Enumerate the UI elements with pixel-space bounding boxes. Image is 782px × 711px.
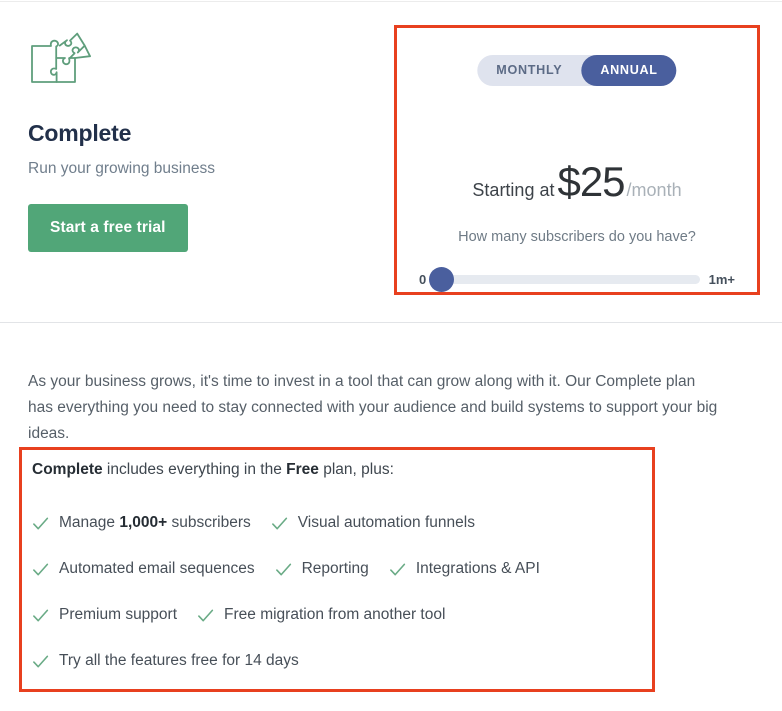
feature-label: Try all the features free for 14 days — [59, 652, 299, 669]
price-period-suffix: /month — [626, 180, 682, 200]
feature-label-strong: 1,000+ — [119, 514, 168, 531]
check-icon — [389, 563, 405, 575]
feature-item: Automated email sequences — [31, 559, 255, 579]
feature-label: Free migration from another tool — [224, 606, 446, 623]
feature-row: Premium support Free migration from anoth… — [31, 605, 640, 625]
feature-item: Try all the features free for 14 days — [31, 651, 299, 671]
feature-label-prefix: Manage — [59, 514, 120, 531]
check-icon — [271, 517, 287, 529]
slider-max-label: 1m+ — [708, 272, 735, 287]
toggle-option-annual[interactable]: ANNUAL — [581, 55, 677, 86]
features-heading-tail: plan, plus: — [318, 461, 394, 478]
features-list: Manage 1,000+ subscribers Visual automati… — [31, 513, 640, 671]
feature-item: Visual automation funnels — [270, 513, 475, 533]
feature-item: Premium support — [31, 605, 177, 625]
price-display: Starting at$25/month — [397, 158, 757, 206]
feature-item: Reporting — [274, 559, 369, 579]
section-divider — [0, 322, 782, 323]
subscriber-slider-track[interactable] — [429, 267, 700, 292]
plan-subtitle: Run your growing business — [28, 160, 215, 178]
feature-label: Visual automation funnels — [297, 514, 475, 531]
plan-description: As your business grows, it's time to inv… — [28, 372, 718, 442]
plan-info-column: Complete Run your growing business Start… — [28, 28, 358, 253]
feature-label-suffix: subscribers — [167, 514, 251, 531]
check-icon — [33, 563, 49, 575]
feature-row: Automated email sequences Reporting Integr… — [31, 559, 640, 579]
subscriber-slider-thumb[interactable] — [429, 267, 455, 292]
subscriber-slider-row[interactable]: 0 1m+ — [419, 267, 735, 292]
feature-label: Automated email sequences — [59, 560, 255, 577]
slider-min-label: 0 — [419, 272, 427, 287]
feature-item: Manage 1,000+ subscribers — [31, 513, 251, 533]
subscriber-slider-question: How many subscribers do you have? — [458, 229, 696, 245]
price-prefix-label: Starting at — [472, 180, 555, 200]
puzzle-icon — [28, 28, 358, 90]
billing-period-toggle[interactable]: MONTHLY ANNUAL — [477, 55, 677, 86]
features-heading-middle: includes everything in the — [102, 461, 287, 478]
feature-label: Manage 1,000+ subscribers — [59, 513, 251, 533]
feature-label: Premium support — [59, 606, 178, 623]
check-icon — [198, 609, 214, 621]
price-amount: $25 — [557, 158, 625, 205]
feature-item: Integrations & API — [388, 559, 540, 579]
check-icon — [33, 609, 49, 621]
plan-hero-section: Complete Run your growing business Start… — [0, 0, 782, 322]
start-free-trial-button[interactable]: Start a free trial — [28, 204, 188, 253]
toggle-option-monthly[interactable]: MONTHLY — [477, 55, 581, 86]
check-icon — [33, 655, 49, 667]
plan-title: Complete — [28, 120, 132, 146]
pricing-page: Complete Run your growing business Start… — [0, 0, 782, 711]
features-inner: Complete includes everything in the Free… — [22, 450, 652, 689]
features-heading-plan: Complete — [32, 461, 103, 478]
feature-row: Manage 1,000+ subscribers Visual automati… — [31, 513, 640, 533]
pricing-calculator-card: MONTHLY ANNUAL Starting at$25/month How … — [394, 25, 760, 295]
features-heading-compare-plan: Free — [286, 461, 319, 478]
features-heading: Complete includes everything in the Free… — [32, 459, 640, 481]
check-icon — [275, 563, 291, 575]
check-icon — [33, 517, 49, 529]
feature-label: Integrations & API — [415, 560, 540, 577]
feature-label: Reporting — [301, 560, 369, 577]
feature-row: Try all the features free for 14 days — [31, 651, 640, 671]
plan-features-box: Complete includes everything in the Free… — [19, 447, 655, 692]
feature-item: Free migration from another tool — [196, 605, 445, 625]
